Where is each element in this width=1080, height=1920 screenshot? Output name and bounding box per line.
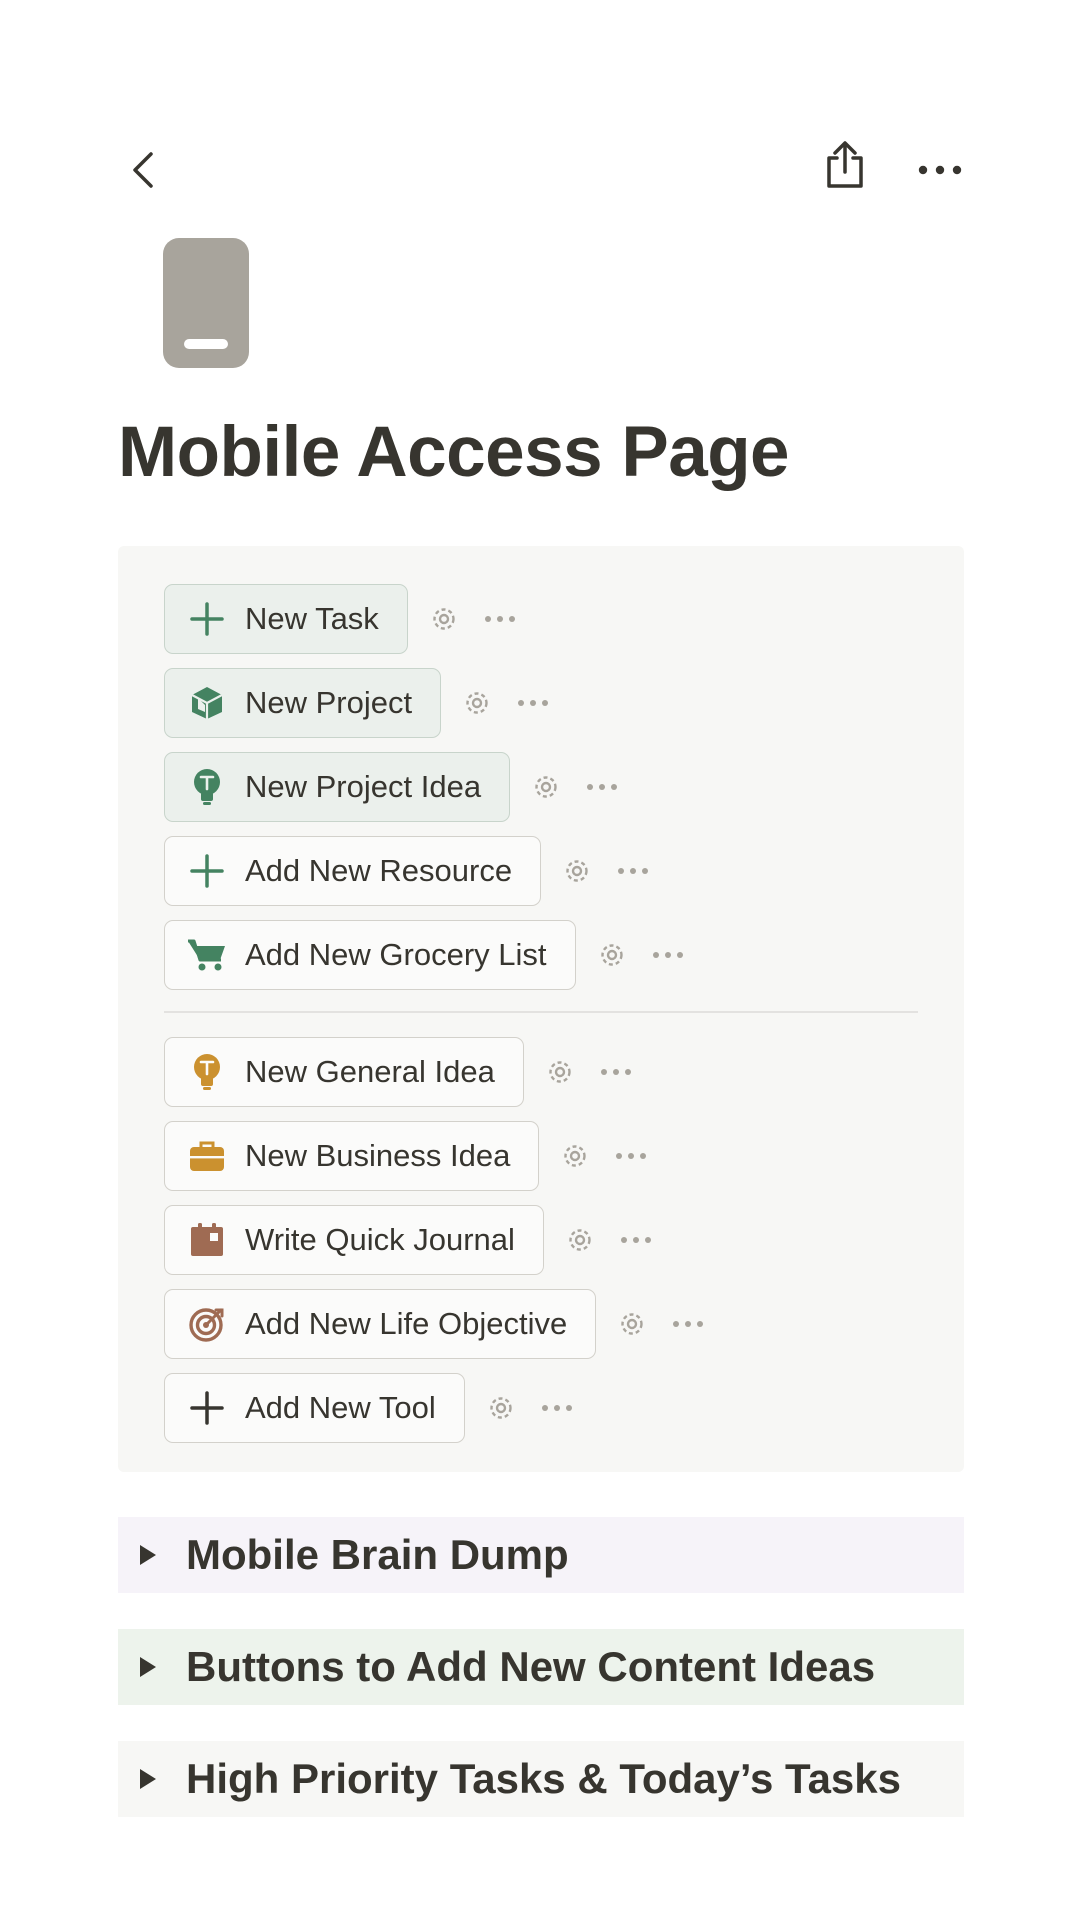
- plus-icon: [187, 599, 227, 639]
- triangle-right-icon[interactable]: [140, 1769, 156, 1789]
- lightbulb-icon: [187, 767, 227, 807]
- page-title: Mobile Access Page: [118, 413, 790, 492]
- new-project-idea-button[interactable]: New Project Idea: [164, 752, 511, 822]
- button-label: New Business Idea: [245, 1138, 511, 1173]
- button-label: New Project: [245, 685, 413, 720]
- button-label: Add New Life Objective: [245, 1306, 568, 1341]
- plus-icon: [187, 851, 227, 891]
- more-options-button[interactable]: [910, 140, 970, 200]
- more-dots-icon[interactable]: [482, 603, 518, 635]
- briefcase-icon: [187, 1136, 227, 1176]
- button-row: New Task: [164, 584, 518, 654]
- mobile-phone-icon: [163, 238, 249, 368]
- button-row: New Project: [164, 668, 551, 738]
- button-label: Add New Grocery List: [245, 937, 547, 972]
- more-dots-icon[interactable]: [670, 1308, 706, 1340]
- button-label: Write Quick Journal: [245, 1222, 515, 1257]
- gear-icon[interactable]: [561, 855, 593, 887]
- button-label: New General Idea: [245, 1054, 495, 1089]
- toggle-content-ideas[interactable]: Buttons to Add New Content Ideas: [118, 1629, 964, 1705]
- add-new-grocery-list-button[interactable]: Add New Grocery List: [164, 920, 576, 990]
- new-general-idea-button[interactable]: New General Idea: [164, 1037, 524, 1107]
- more-horizontal-icon: [918, 165, 962, 175]
- add-new-life-objective-button[interactable]: Add New Life Objective: [164, 1289, 597, 1359]
- gear-icon[interactable]: [564, 1224, 596, 1256]
- button-row: Add New Tool: [164, 1373, 575, 1443]
- write-quick-journal-button[interactable]: Write Quick Journal: [164, 1205, 544, 1275]
- button-label: New Task: [245, 601, 379, 636]
- gear-icon[interactable]: [544, 1056, 576, 1088]
- toggle-label: High Priority Tasks & Today’s Tasks: [186, 1755, 902, 1802]
- gear-icon[interactable]: [596, 939, 628, 971]
- more-dots-icon[interactable]: [598, 1056, 634, 1088]
- button-row: Add New Grocery List: [164, 920, 686, 990]
- back-button[interactable]: [118, 140, 168, 200]
- button-row: Write Quick Journal: [164, 1205, 654, 1275]
- top-bar: [0, 120, 1080, 200]
- more-dots-icon[interactable]: [515, 687, 551, 719]
- share-icon: [827, 141, 863, 188]
- cube-icon: [187, 683, 227, 723]
- more-dots-icon[interactable]: [615, 855, 651, 887]
- button-row: New Business Idea: [164, 1121, 649, 1191]
- toggle-label: Mobile Brain Dump: [186, 1531, 569, 1578]
- more-dots-icon[interactable]: [618, 1224, 654, 1256]
- shopping-cart-icon: [187, 935, 227, 975]
- add-new-resource-button[interactable]: Add New Resource: [164, 836, 542, 906]
- new-task-button[interactable]: New Task: [164, 584, 408, 654]
- calendar-icon: [187, 1220, 227, 1260]
- triangle-right-icon[interactable]: [140, 1545, 156, 1565]
- gear-icon[interactable]: [616, 1308, 648, 1340]
- button-label: New Project Idea: [245, 769, 482, 804]
- more-dots-icon[interactable]: [650, 939, 686, 971]
- gear-icon[interactable]: [428, 603, 460, 635]
- button-label: Add New Resource: [245, 853, 513, 888]
- divider: [164, 1011, 918, 1013]
- target-icon: [187, 1304, 227, 1344]
- button-row: Add New Life Objective: [164, 1289, 706, 1359]
- new-business-idea-button[interactable]: New Business Idea: [164, 1121, 540, 1191]
- more-dots-icon[interactable]: [613, 1140, 649, 1172]
- button-row: New General Idea: [164, 1037, 634, 1107]
- lightbulb-icon: [187, 1052, 227, 1092]
- button-label: Add New Tool: [245, 1390, 436, 1425]
- button-row: New Project Idea: [164, 752, 620, 822]
- gear-icon[interactable]: [461, 687, 493, 719]
- gear-icon[interactable]: [485, 1392, 517, 1424]
- toggle-mobile-brain-dump[interactable]: Mobile Brain Dump: [118, 1517, 964, 1593]
- triangle-right-icon[interactable]: [140, 1657, 156, 1677]
- gear-icon[interactable]: [559, 1140, 591, 1172]
- new-project-button[interactable]: New Project: [164, 668, 442, 738]
- share-button[interactable]: [815, 132, 875, 198]
- page-icon[interactable]: [163, 238, 249, 368]
- more-dots-icon[interactable]: [584, 771, 620, 803]
- chevron-left-icon: [133, 152, 153, 188]
- more-dots-icon[interactable]: [539, 1392, 575, 1424]
- toggle-label: Buttons to Add New Content Ideas: [186, 1643, 876, 1690]
- button-row: Add New Resource: [164, 836, 651, 906]
- buttons-panel: New Task New Project New Project Idea Ad…: [118, 546, 964, 1472]
- plus-icon: [187, 1388, 227, 1428]
- gear-icon[interactable]: [530, 771, 562, 803]
- toggle-priority-tasks[interactable]: High Priority Tasks & Today’s Tasks: [118, 1741, 964, 1817]
- add-new-tool-button[interactable]: Add New Tool: [164, 1373, 465, 1443]
